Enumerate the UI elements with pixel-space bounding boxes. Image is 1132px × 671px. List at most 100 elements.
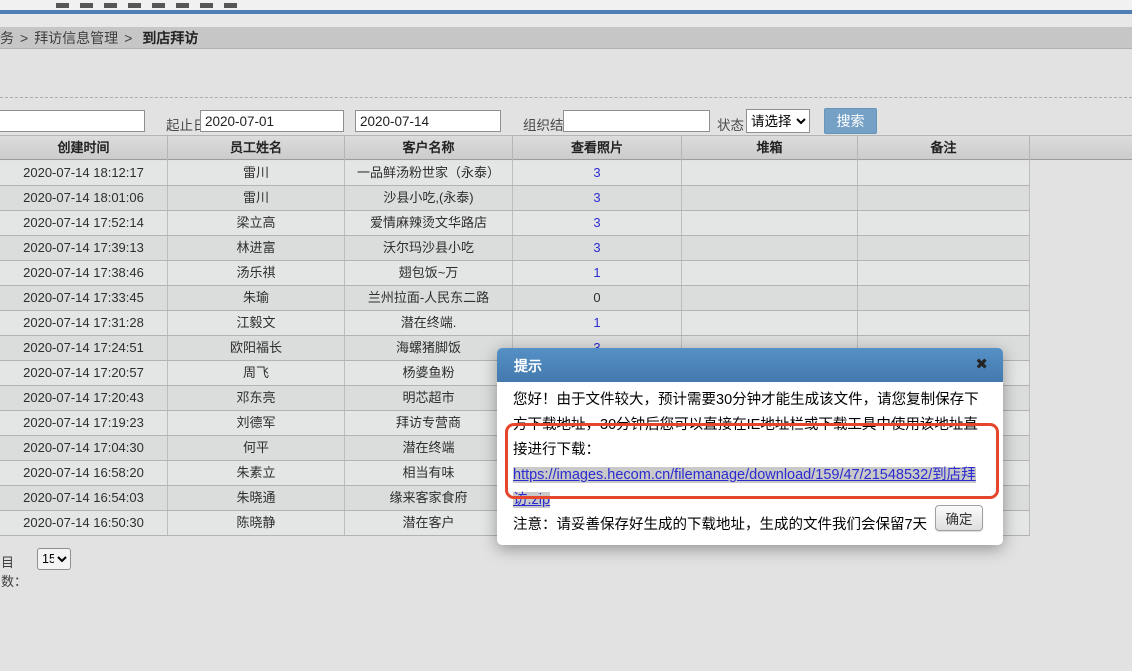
photo-count-link[interactable]: 3 [593,190,600,205]
cell-stack [682,311,858,335]
table-row: 2020-07-14 17:31:28江毅文潜在终端. 1 [0,311,1030,336]
cell-employee-name: 汤乐祺 [168,261,345,285]
table-header: 创建时间 员工姓名 客户名称 查看照片 堆箱 备注 [0,135,1132,160]
cell-remark [858,261,1030,285]
org-structure-input[interactable] [563,110,710,132]
confirm-button[interactable]: 确定 [935,505,983,531]
sub-strip [0,14,1132,27]
cell-created-time: 2020-07-14 16:50:30 [0,511,168,535]
table-row: 2020-07-14 17:52:14梁立高爱情麻辣烫文华路店3 [0,211,1030,236]
cell-photo-count: 0 [513,286,682,310]
cell-remark [858,186,1030,210]
breadcrumb-bar: 业务>拜访信息管理>到店拜访 [0,27,1132,49]
cell-remark [858,236,1030,260]
cell-created-time: 2020-07-14 17:31:28 [0,311,168,335]
cell-created-time: 2020-07-14 17:19:23 [0,411,168,435]
search-bar: 起止日期 组织结构 状态 请选择 搜索 [0,49,1132,97]
cell-remark [858,311,1030,335]
photo-count-link[interactable]: 1 [593,315,600,330]
breadcrumb-item-business[interactable]: 业务 [0,30,14,46]
close-icon[interactable]: ✖ [975,355,988,375]
cell-stack [682,161,858,185]
top-strip [0,0,1132,10]
cell-customer-name: 沙县小吃,(永泰) [345,186,513,210]
cell-customer-name: 潜在客户 [345,511,513,535]
download-url-link[interactable]: https://images.hecom.cn/filemanage/downl… [513,467,976,508]
cell-employee-name: 欧阳福长 [168,336,345,360]
cell-customer-name: 沃尔玛沙县小吃 [345,236,513,260]
cell-photo-count: 3 [513,236,682,260]
cell-customer-name: 相当有味 [345,461,513,485]
cell-stack [682,186,858,210]
cell-remark [858,286,1030,310]
cell-stack [682,261,858,285]
cell-stack [682,286,858,310]
cell-customer-name: 缘来客家食府 [345,486,513,510]
cell-customer-name: 拜访专营商 [345,411,513,435]
status-label: 状态 [717,114,744,134]
cell-customer-name: 潜在终端. [345,311,513,335]
status-select[interactable]: 请选择 [746,109,810,133]
cell-photo-count: 1 [513,311,682,335]
cell-created-time: 2020-07-14 17:38:46 [0,261,168,285]
cell-customer-name: 明芯超市 [345,386,513,410]
page-size-label: 目数： [1,552,27,590]
table-row: 2020-07-14 17:39:13林进富沃尔玛沙县小吃 3 [0,236,1030,261]
table-row: 2020-07-14 18:12:17雷川一品鲜汤粉世家（永泰）3 [0,161,1030,186]
table-row: 2020-07-14 17:33:45朱瑜兰州拉面-人民东二路0 [0,286,1030,311]
cell-created-time: 2020-07-14 17:24:51 [0,336,168,360]
breadcrumb: 业务>拜访信息管理>到店拜访 [0,27,1132,49]
cell-employee-name: 朱素立 [168,461,345,485]
header-employee-name: 员工姓名 [168,136,345,161]
dialog-note: 注意：请妥善保存好生成的下载地址，生成的文件我们会保留7天 [513,517,927,533]
photo-count-link[interactable]: 3 [593,215,600,230]
cell-customer-name: 杨婆鱼粉 [345,361,513,385]
photo-count-link[interactable]: 3 [593,165,600,180]
cell-created-time: 2020-07-14 17:39:13 [0,236,168,260]
dashed-divider [0,97,1132,98]
cell-remark [858,211,1030,235]
cell-photo-count: 3 [513,161,682,185]
cell-customer-name: 兰州拉面-人民东二路 [345,286,513,310]
cell-created-time: 2020-07-14 16:58:20 [0,461,168,485]
cell-employee-name: 朱晓通 [168,486,345,510]
cell-employee-name: 朱瑜 [168,286,345,310]
cell-created-time: 2020-07-14 17:20:43 [0,386,168,410]
page-size-select[interactable]: 15 [37,548,71,570]
photo-count-link[interactable]: 3 [593,240,600,255]
cell-employee-name: 雷川 [168,161,345,185]
date-to-input[interactable] [355,110,501,132]
table-row: 2020-07-14 18:01:06雷川沙县小吃,(永泰) 3 [0,186,1030,211]
cell-stack [682,211,858,235]
header-stack: 堆箱 [682,136,858,161]
breadcrumb-item-store-visit: 到店拜访 [142,30,198,46]
cell-created-time: 2020-07-14 18:12:17 [0,161,168,185]
keyword-input[interactable] [0,110,145,132]
cell-created-time: 2020-07-14 18:01:06 [0,186,168,210]
header-created-time: 创建时间 [0,136,168,161]
search-button[interactable]: 搜索 [824,108,877,134]
cell-employee-name: 陈晓静 [168,511,345,535]
table-row: 2020-07-14 17:38:46汤乐祺翅包饭~万1 [0,261,1030,286]
cell-created-time: 2020-07-14 17:33:45 [0,286,168,310]
date-from-input[interactable] [200,110,344,132]
header-remark: 备注 [858,136,1030,161]
breadcrumb-separator: > [20,30,28,46]
cell-employee-name: 江毅文 [168,311,345,335]
cell-customer-name: 潜在终端 [345,436,513,460]
cell-employee-name: 雷川 [168,186,345,210]
clipped-tab-text [56,3,241,8]
dialog-header: 提示 ✖ [497,348,1003,382]
header-view-photos: 查看照片 [513,136,682,161]
cell-employee-name: 周飞 [168,361,345,385]
breadcrumb-item-visit-info[interactable]: 拜访信息管理 [34,30,118,46]
cell-employee-name: 刘德军 [168,411,345,435]
photo-count-link[interactable]: 1 [593,265,600,280]
cell-remark [858,161,1030,185]
cell-photo-count: 3 [513,186,682,210]
cell-customer-name: 海螺猪脚饭 [345,336,513,360]
cell-customer-name: 爱情麻辣烫文华路店 [345,211,513,235]
cell-stack [682,236,858,260]
cell-employee-name: 林进富 [168,236,345,260]
dialog-title: 提示 [514,356,542,376]
